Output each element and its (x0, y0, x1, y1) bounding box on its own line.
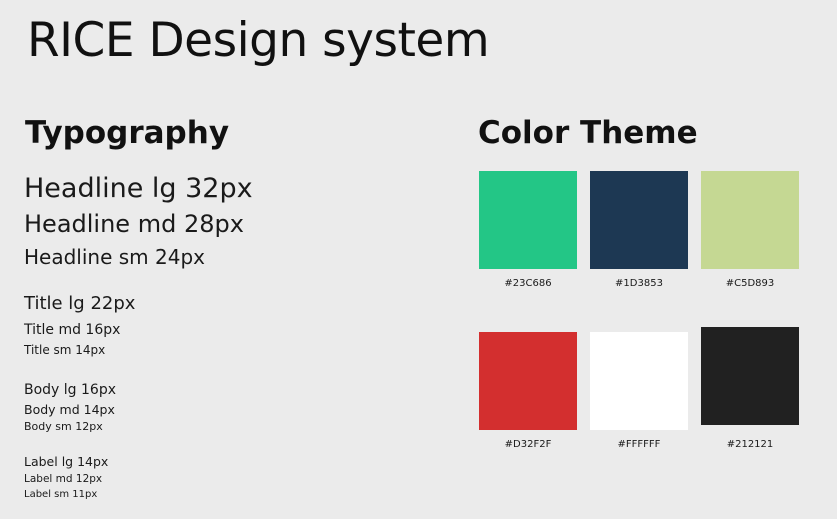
typography-heading: Typography (25, 115, 230, 151)
body-lg-sample: Body lg 16px (24, 382, 117, 398)
color-theme-heading: Color Theme (478, 115, 698, 151)
headline-md-sample: Headline md 28px (24, 210, 244, 238)
color-swatch-black (701, 327, 799, 425)
title-lg-sample: Title lg 22px (24, 293, 136, 314)
body-sm-sample: Body sm 12px (24, 420, 103, 433)
color-swatch-lime (701, 171, 799, 269)
color-swatch-white (590, 332, 688, 430)
title-sm-sample: Title sm 14px (24, 343, 106, 357)
color-hex-label: #C5D893 (725, 278, 775, 289)
label-sm-sample: Label sm 11px (24, 489, 98, 500)
headline-sm-sample: Headline sm 24px (24, 245, 205, 269)
color-swatch-navy (590, 171, 688, 269)
label-md-sample: Label md 12px (24, 473, 103, 485)
body-md-sample: Body md 14px (24, 402, 115, 417)
color-hex-label: #212121 (726, 439, 774, 450)
title-md-sample: Title md 16px (24, 322, 121, 338)
color-hex-label: #D32F2F (504, 439, 552, 450)
color-hex-label: #23C686 (504, 278, 552, 289)
label-lg-sample: Label lg 14px (24, 454, 109, 469)
color-swatch-green (479, 171, 577, 269)
color-hex-label: #FFFFFF (617, 439, 661, 450)
color-hex-label: #1D3853 (615, 278, 663, 289)
page-title: RICE Design system (27, 13, 490, 68)
headline-lg-sample: Headline lg 32px (24, 173, 253, 204)
color-swatch-red (479, 332, 577, 430)
